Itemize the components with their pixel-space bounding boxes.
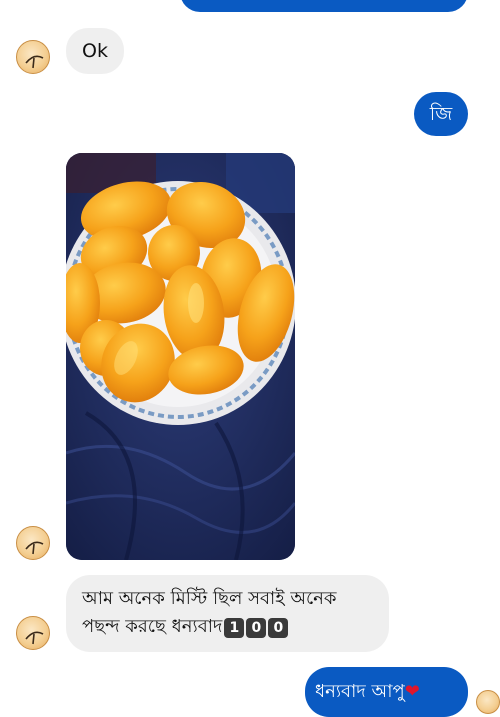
- message-text: জি: [429, 103, 453, 125]
- outgoing-message-thanks[interactable]: ধন্যবাদ আপু❤: [305, 667, 468, 717]
- avatar-icon: [25, 541, 44, 555]
- keycap-zero-emoji: 0: [268, 618, 289, 638]
- outgoing-message-bubble[interactable]: [180, 0, 468, 12]
- incoming-message-long[interactable]: আম অনেক মিস্টি ছিল সবাই অনেক পছন্দ করছে …: [66, 575, 389, 652]
- message-text: আম অনেক মিস্টি ছিল সবাই অনেক পছন্দ করছে …: [82, 588, 337, 637]
- sender-avatar[interactable]: [16, 40, 50, 74]
- sender-avatar[interactable]: [16, 526, 50, 560]
- avatar-icon: [25, 631, 44, 645]
- incoming-message-ok[interactable]: Ok: [66, 28, 124, 74]
- mango-plate-image: [66, 153, 295, 560]
- read-receipt-avatar: [476, 690, 500, 714]
- keycap-zero-emoji: 0: [246, 618, 267, 638]
- message-text: Ok: [82, 40, 108, 62]
- message-text: ধন্যবাদ আপু: [315, 681, 405, 702]
- photo-message-mangoes[interactable]: [66, 153, 295, 560]
- avatar-icon: [25, 55, 44, 69]
- outgoing-message-ji[interactable]: জি: [414, 92, 468, 136]
- sender-avatar[interactable]: [16, 616, 50, 650]
- keycap-one-emoji: 1: [224, 618, 245, 638]
- heart-emoji-icon: ❤: [404, 681, 420, 702]
